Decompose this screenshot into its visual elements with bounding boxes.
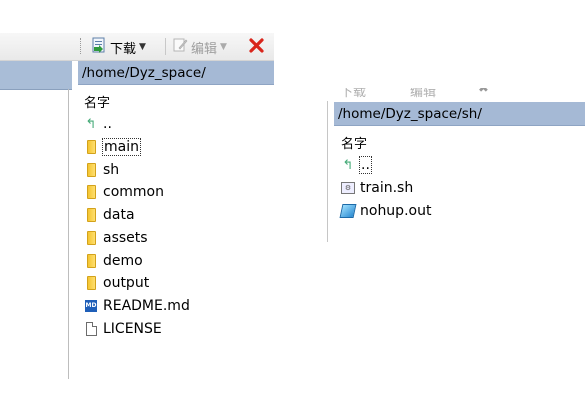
column-header-name[interactable]: 名字 xyxy=(84,92,110,111)
item-label: assets xyxy=(103,230,148,246)
file-icon xyxy=(84,321,98,337)
parent-dir-icon: ↰ xyxy=(85,116,97,132)
delete-x-icon xyxy=(248,37,265,58)
item-label: .. xyxy=(359,156,372,174)
toolbar-separator xyxy=(165,38,166,55)
download-button[interactable]: 下载 ▼ xyxy=(90,37,146,57)
list-item-folder[interactable]: output xyxy=(84,273,149,293)
chevron-down-icon[interactable]: ▼ xyxy=(139,42,146,52)
list-item-file[interactable]: MD README.md xyxy=(84,296,190,316)
item-label: data xyxy=(103,207,135,223)
left-toolbar: 下载 ▼ 编辑 ▼ xyxy=(0,33,274,61)
list-item-folder[interactable]: sh xyxy=(84,160,119,180)
list-item-file[interactable]: ⚙ train.sh xyxy=(341,178,413,198)
parent-dir-icon: ↰ xyxy=(342,157,354,173)
list-item-folder[interactable]: assets xyxy=(84,228,148,248)
path-bar[interactable]: /home/Dyz_space/ xyxy=(78,61,274,85)
edit-label[interactable]: 编辑 xyxy=(410,88,436,100)
item-label: sh xyxy=(103,162,120,178)
folder-icon xyxy=(84,253,98,269)
folder-icon xyxy=(84,230,98,246)
shell-script-icon: ⚙ xyxy=(341,180,355,196)
item-label: nohup.out xyxy=(360,203,432,219)
delete-button[interactable] xyxy=(248,37,265,57)
pane-border xyxy=(327,101,328,242)
folder-icon xyxy=(84,139,98,155)
column-header-name[interactable]: 名字 xyxy=(341,133,367,152)
output-file-icon xyxy=(339,203,357,219)
download-label: 下载 xyxy=(110,41,137,57)
folder-icon xyxy=(84,275,98,291)
folder-icon xyxy=(84,184,98,200)
delete-x-icon[interactable]: ✖ xyxy=(478,88,489,96)
toolbar-grip xyxy=(80,38,83,54)
edit-button[interactable]: 编辑 ▼ xyxy=(172,37,227,57)
folder-icon xyxy=(84,162,98,178)
edit-label: 编辑 xyxy=(191,41,218,57)
list-item-file[interactable]: LICENSE xyxy=(84,319,162,339)
list-item-parent-dir[interactable]: ↰ .. xyxy=(341,155,372,175)
download-label[interactable]: 下载 xyxy=(340,88,366,100)
item-label: README.md xyxy=(103,298,190,314)
list-item-parent-dir[interactable]: ↰ .. xyxy=(84,114,112,134)
item-label: output xyxy=(103,275,150,291)
pane-divider xyxy=(68,89,69,379)
list-item-file[interactable]: nohup.out xyxy=(339,201,432,221)
item-label: main xyxy=(102,138,141,156)
edit-icon xyxy=(172,37,188,57)
item-label: train.sh xyxy=(360,180,414,196)
left-pane-header-strip xyxy=(0,61,72,90)
item-label: common xyxy=(103,184,164,200)
item-label: .. xyxy=(103,116,112,132)
right-toolbar-partial: 下载 编辑 ✖ xyxy=(328,88,585,102)
path-bar[interactable]: /home/Dyz_space/sh/ xyxy=(334,102,585,126)
folder-icon xyxy=(84,207,98,223)
item-label: demo xyxy=(103,253,143,269)
download-icon xyxy=(90,37,107,58)
item-label: LICENSE xyxy=(103,321,162,337)
list-item-folder[interactable]: demo xyxy=(84,251,143,271)
chevron-down-icon[interactable]: ▼ xyxy=(220,42,227,52)
list-item-folder[interactable]: main xyxy=(84,137,141,157)
list-item-folder[interactable]: common xyxy=(84,182,164,202)
markdown-file-icon: MD xyxy=(84,298,98,314)
list-item-folder[interactable]: data xyxy=(84,205,135,225)
